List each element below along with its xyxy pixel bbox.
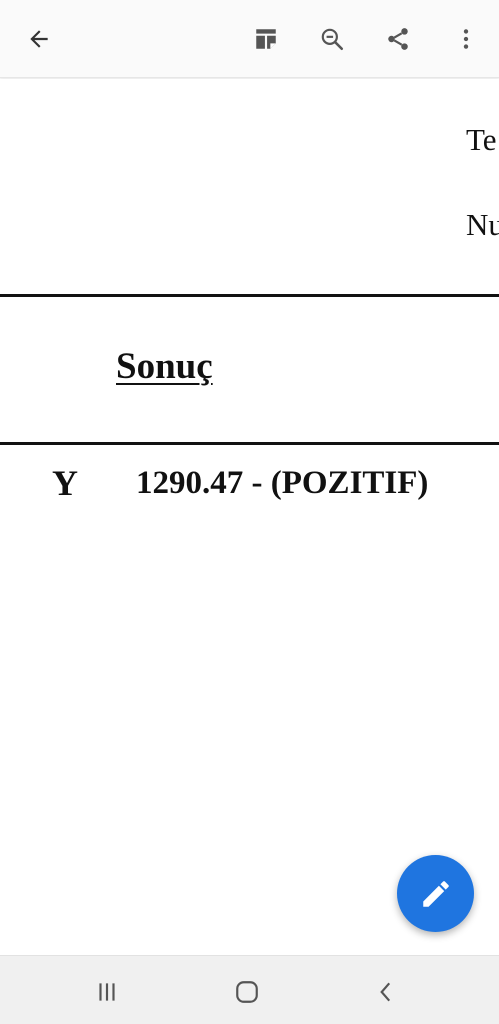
result-heading: Sonuç [116, 346, 213, 387]
search-zoom-icon [321, 28, 344, 51]
share-icon [388, 28, 408, 50]
back-arrow-icon [30, 30, 48, 48]
recents-icon [99, 983, 115, 1001]
recents-button[interactable] [85, 970, 129, 1014]
row-label: Y [52, 463, 78, 503]
home-icon [236, 981, 258, 1003]
document-page: Te Nu Sonuç Y 1290.47 - (POZITIF) [0, 79, 499, 955]
back-button[interactable] [19, 19, 59, 59]
system-nav-bar [0, 955, 499, 1024]
home-button[interactable] [225, 970, 269, 1014]
cut-off-text-top: Te [466, 122, 497, 157]
reading-mode-icon [256, 29, 276, 49]
share-button[interactable] [378, 19, 418, 59]
reading-mode-button[interactable] [246, 19, 286, 59]
app-toolbar [0, 0, 499, 78]
result-value: 1290.47 - (POZITIF) [136, 465, 429, 501]
table-rule [0, 442, 499, 445]
system-back-button[interactable] [364, 970, 408, 1014]
edit-pencil-icon [422, 880, 449, 907]
more-vert-icon [463, 29, 469, 49]
edit-fab-button[interactable] [397, 855, 474, 932]
more-options-button[interactable] [446, 19, 486, 59]
back-icon [380, 982, 391, 1002]
search-button[interactable] [312, 19, 352, 59]
table-rule [0, 294, 499, 297]
cut-off-text-second: Nu [466, 207, 499, 242]
